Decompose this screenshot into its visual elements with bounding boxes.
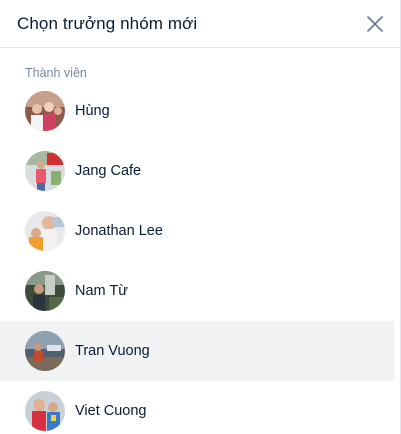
member-avatar <box>25 151 65 191</box>
close-button[interactable] <box>364 13 386 35</box>
member-name: Hùng <box>75 103 110 119</box>
member-row[interactable]: Viet Cuong <box>0 381 394 434</box>
members-list: Hùng Jang Cafe Jonathan Lee Nam Từ Tran … <box>0 81 394 434</box>
member-avatar <box>25 271 65 311</box>
member-avatar <box>25 331 65 371</box>
member-row[interactable]: Tran Vuong <box>0 321 394 381</box>
member-name: Jonathan Lee <box>75 223 163 239</box>
dialog-title: Chọn trưởng nhóm mới <box>17 14 198 33</box>
member-name: Tran Vuong <box>75 343 150 359</box>
member-avatar <box>25 391 65 431</box>
dialog-header: Chọn trưởng nhóm mới <box>0 0 400 48</box>
member-name: Viet Cuong <box>75 403 147 419</box>
member-row[interactable]: Jang Cafe <box>0 141 394 201</box>
close-icon <box>367 16 383 32</box>
select-new-group-leader-dialog: Chọn trưởng nhóm mới Thành viên Hùng Jan… <box>0 0 401 434</box>
member-row[interactable]: Hùng <box>0 81 394 141</box>
member-row[interactable]: Jonathan Lee <box>0 201 394 261</box>
member-avatar <box>25 91 65 131</box>
member-avatar <box>25 211 65 251</box>
member-row[interactable]: Nam Từ <box>0 261 394 321</box>
members-section-label: Thành viên <box>25 66 87 80</box>
member-name: Nam Từ <box>75 283 128 299</box>
member-name: Jang Cafe <box>75 163 142 179</box>
